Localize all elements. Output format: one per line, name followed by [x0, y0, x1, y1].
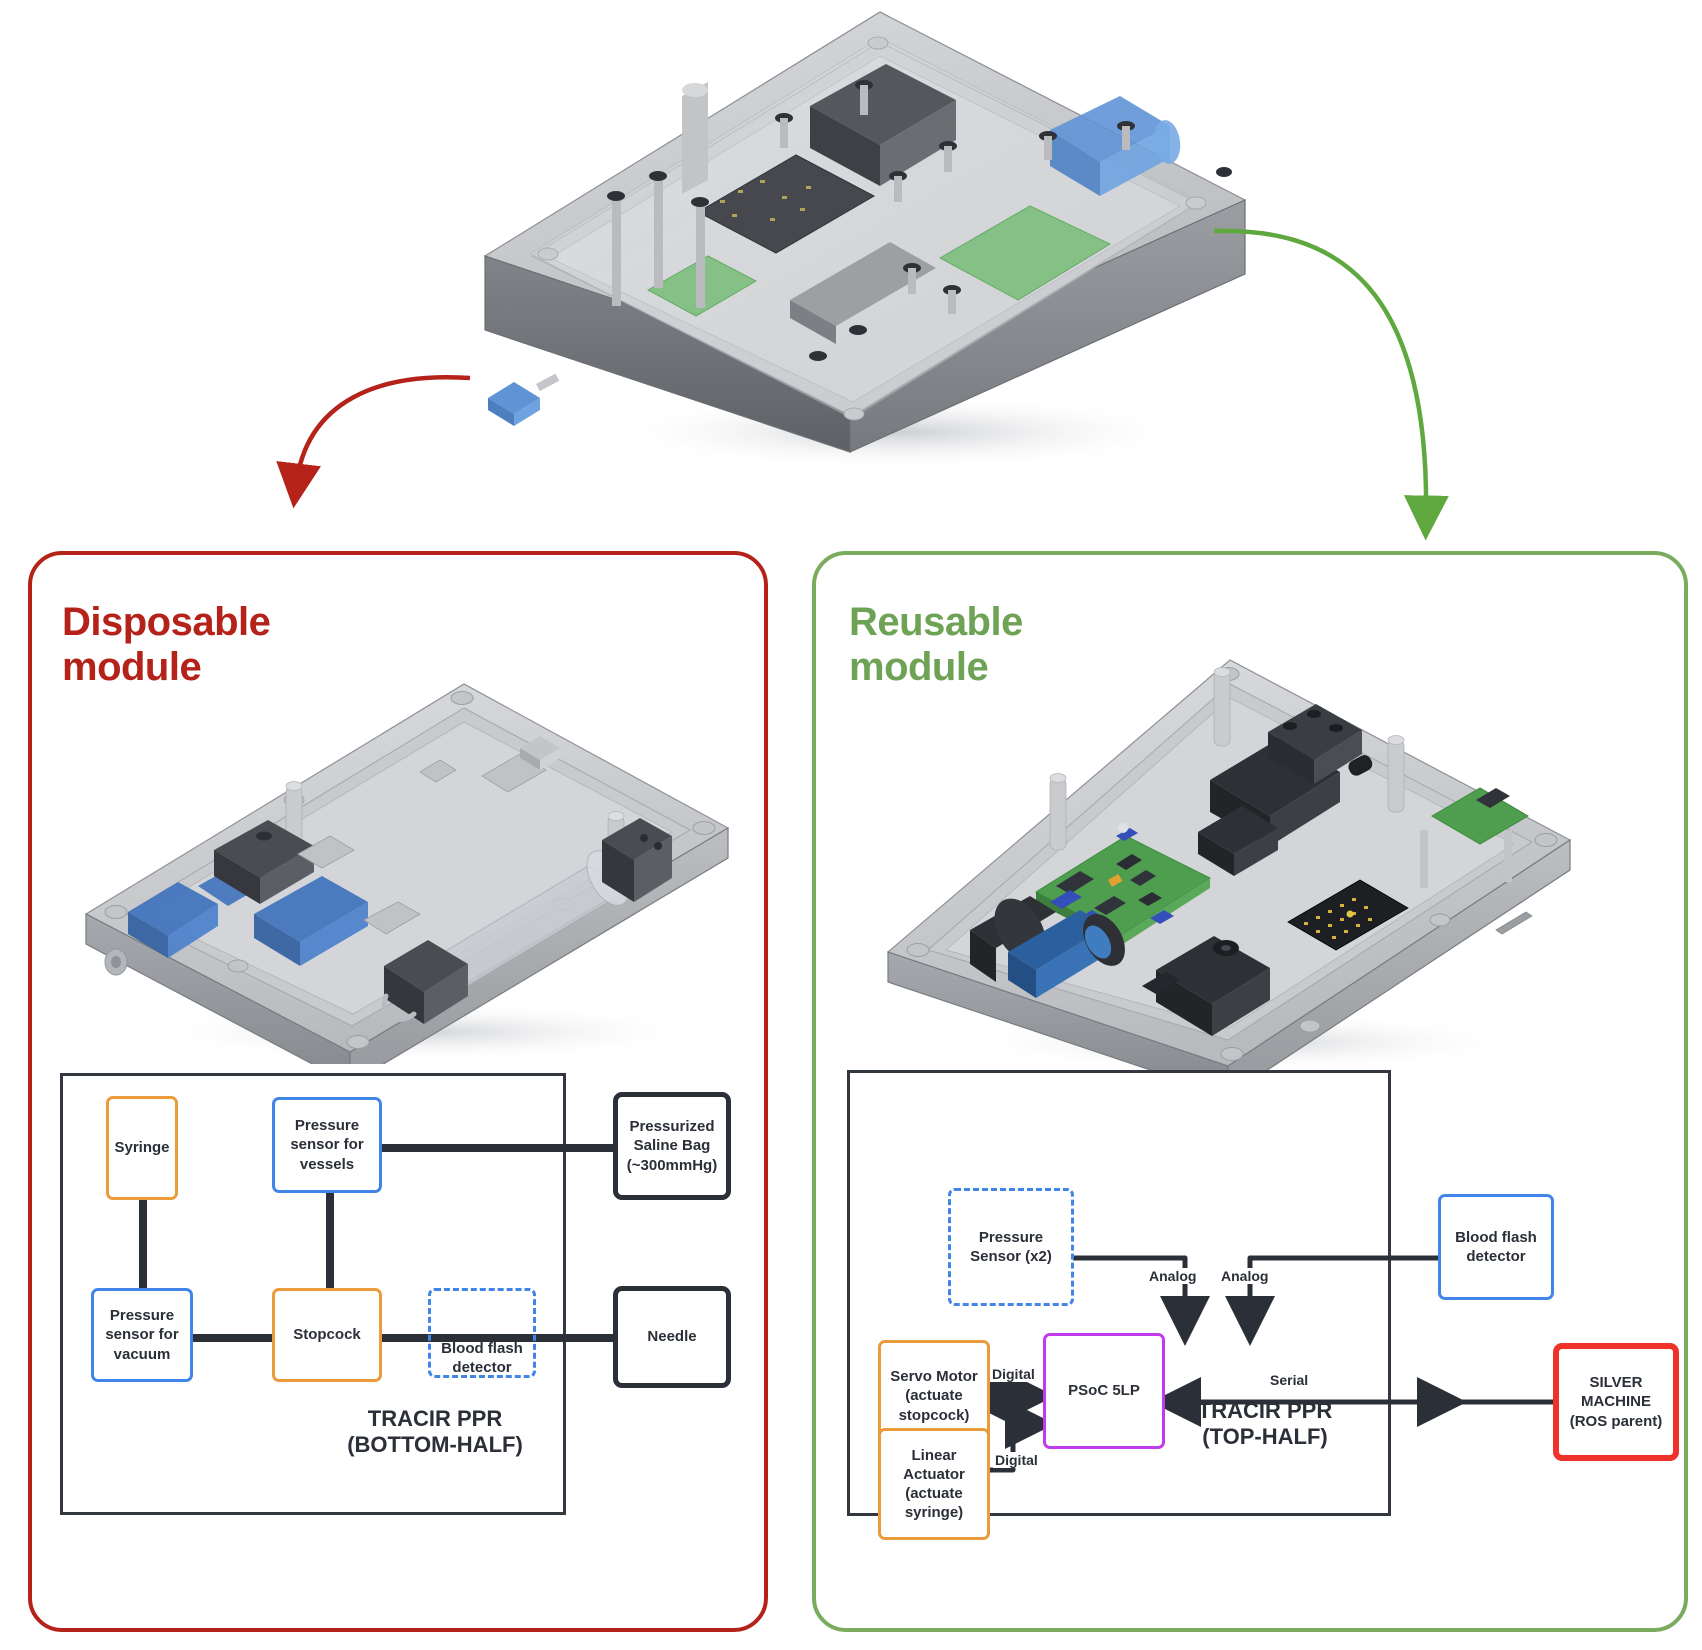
signal-label-serial: Serial — [1268, 1372, 1311, 1388]
signal-label-analog-right: Analog — [1219, 1268, 1271, 1284]
signal-label-digital-servo: Digital — [990, 1366, 1037, 1382]
node-pressure-sensor-x2[interactable]: Pressure Sensor (x2) — [948, 1188, 1074, 1306]
node-stopcock[interactable]: Stopcock — [272, 1288, 382, 1382]
node-pressurized-saline-bag[interactable]: Pressurized Saline Bag (~300mmHg) — [613, 1092, 731, 1200]
full-assembly-cad-render — [470, 0, 1260, 470]
node-pressure-sensor-vacuum[interactable]: Pressure sensor for vacuum — [91, 1288, 193, 1382]
wire-vessels-sensor-to-saline-bag — [378, 1144, 616, 1152]
node-pressure-sensor-vessels[interactable]: Pressure sensor for vessels — [272, 1097, 382, 1193]
signal-label-analog-left: Analog — [1147, 1268, 1199, 1284]
node-needle[interactable]: Needle — [613, 1286, 731, 1388]
node-silver-machine[interactable]: SILVER MACHINE (ROS parent) — [1553, 1343, 1679, 1461]
top-half-diagram-caption: TRACIR PPR (TOP-HALF) — [1197, 1398, 1333, 1450]
wire-vessels-sensor-to-stopcock — [326, 1190, 334, 1290]
arrow-to-disposable — [276, 375, 471, 509]
node-blood-flash-detector-top[interactable]: Blood flash detector — [1438, 1194, 1554, 1300]
bottom-half-diagram-caption: TRACIR PPR (BOTTOM-HALF) — [347, 1406, 523, 1458]
node-syringe[interactable]: Syringe — [106, 1096, 178, 1200]
reusable-module-cad-render — [880, 630, 1580, 1070]
node-linear-actuator[interactable]: Linear Actuator (actuate syringe) — [878, 1428, 990, 1540]
wire-syringe-to-vacuum-sensor — [139, 1196, 147, 1292]
node-psoc-5lp[interactable]: PSoC 5LP — [1043, 1333, 1165, 1449]
node-blood-flash-detector-label: Blood flash detector — [441, 1340, 523, 1376]
disposable-module-cad-render — [68, 614, 740, 1064]
signal-label-digital-actuator: Digital — [993, 1452, 1040, 1468]
